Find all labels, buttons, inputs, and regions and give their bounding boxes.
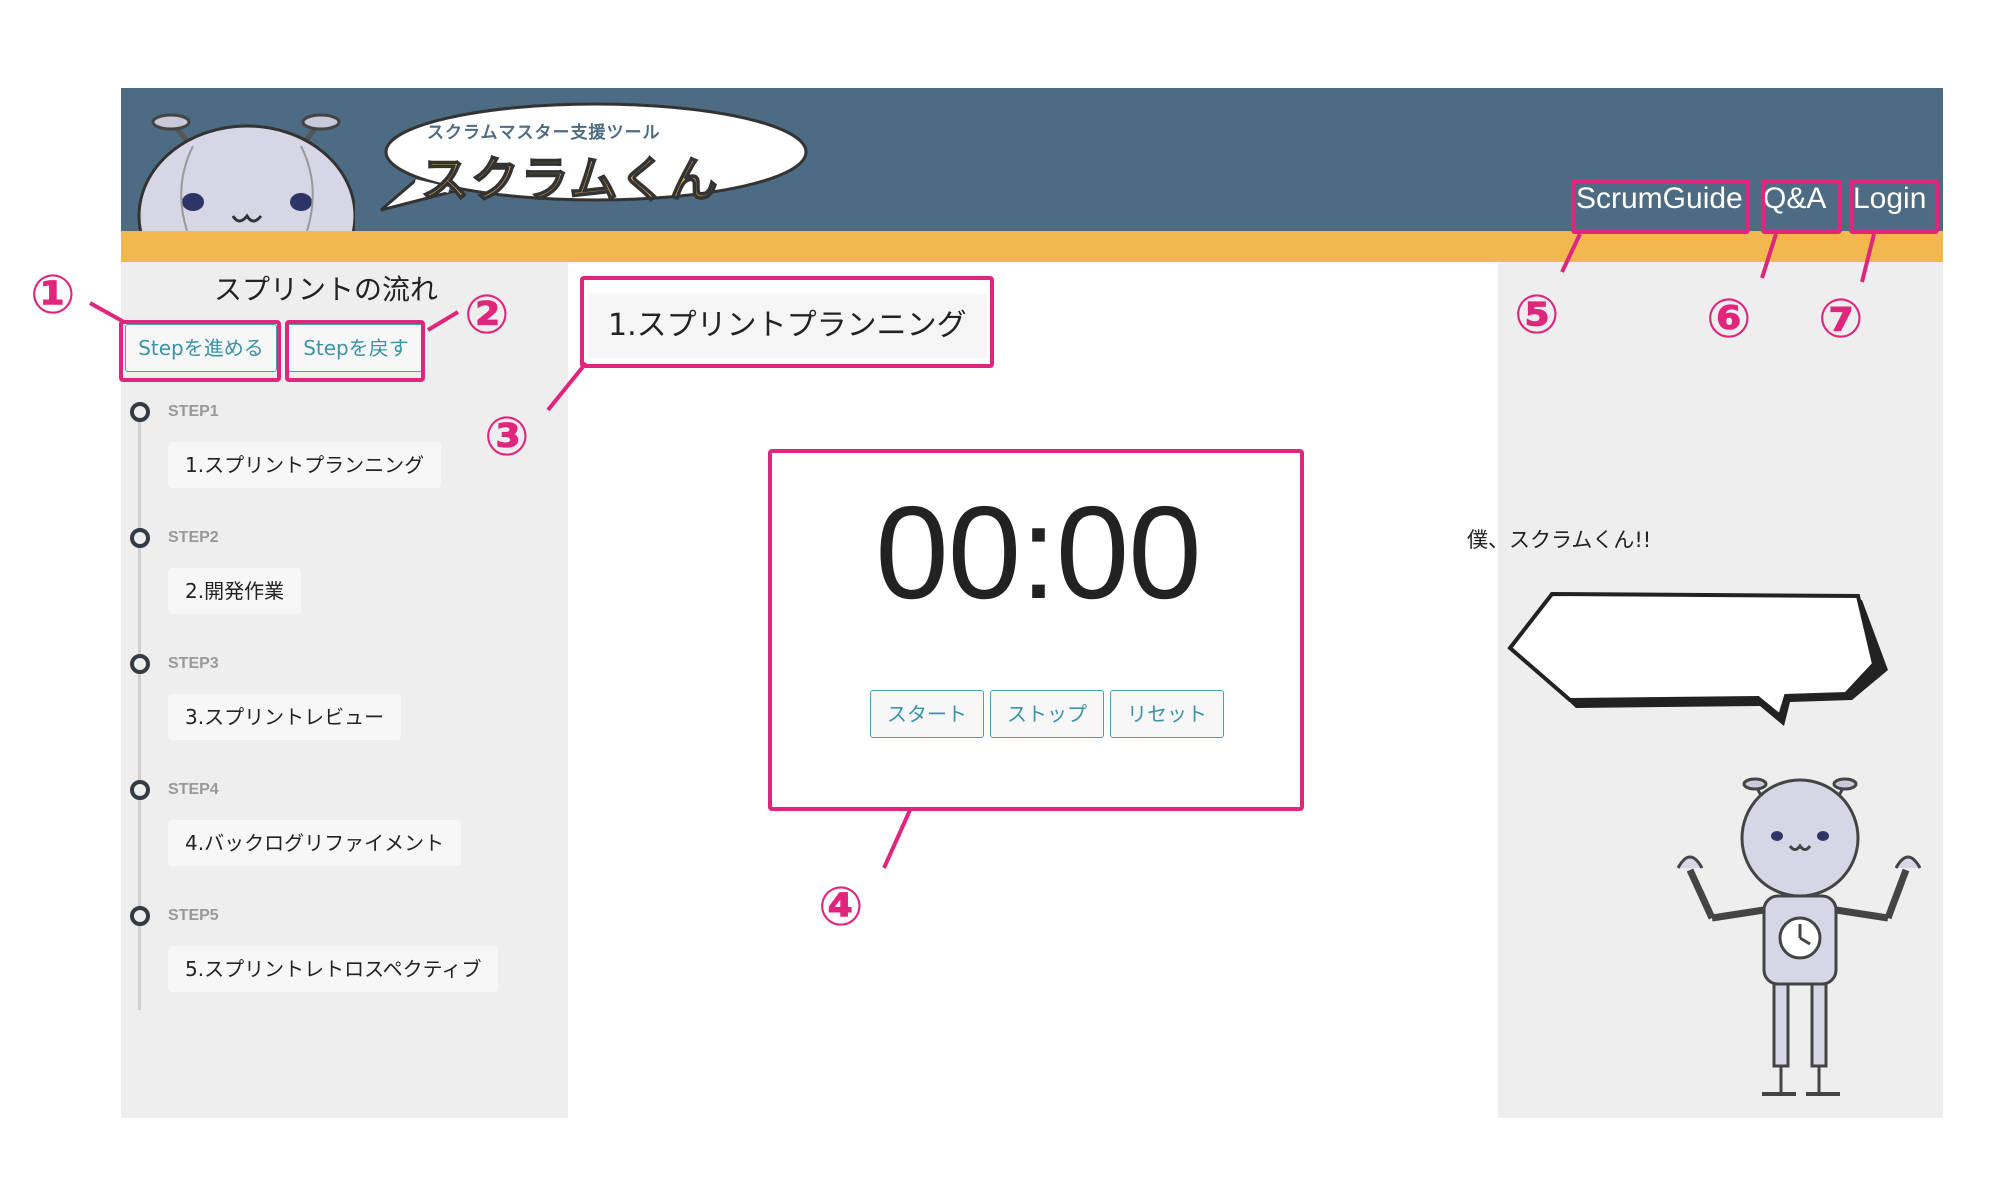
step-label: STEP2 — [168, 529, 219, 546]
logo-title: スクラムくん — [420, 151, 720, 209]
annotation-number-3: ③ — [484, 405, 530, 468]
annotation-number-2: ② — [464, 283, 510, 346]
mascot-speech-text: 僕、スクラムくん!! — [1467, 528, 1652, 552]
step-dot-icon — [130, 906, 150, 926]
step-item-2[interactable]: 2.開発作業 — [168, 568, 302, 614]
step-label: STEP3 — [168, 655, 219, 672]
annotation-number-7: ⑦ — [1818, 287, 1864, 350]
step-item-1[interactable]: 1.スプリントプランニング — [168, 442, 442, 488]
step-item-4[interactable]: 4.バックログリファイメント — [168, 820, 462, 866]
sidebar: スプリントの流れ Stepを進める Stepを戻す STEP1 1.スプリントプ… — [121, 262, 568, 1118]
nav-qa[interactable]: Q&A — [1763, 182, 1826, 216]
step-dot-icon — [130, 780, 150, 800]
current-phase-title: 1.スプリントプランニング — [588, 294, 987, 358]
annotation-number-5: ⑤ — [1514, 283, 1560, 346]
step-label: STEP1 — [168, 403, 219, 420]
step-label: STEP4 — [168, 781, 219, 798]
step-dot-icon — [130, 528, 150, 548]
step-next-button[interactable]: Stepを進める — [125, 324, 277, 372]
app-window: スクラムマスター支援ツール スクラムくん ScrumGuide Q&A Logi… — [121, 88, 1943, 1118]
step-dot-icon — [130, 654, 150, 674]
annotation-number-1: ① — [30, 263, 76, 326]
step-item-5[interactable]: 5.スプリントレトロスペクティブ — [168, 946, 499, 992]
header: スクラムマスター支援ツール スクラムくん ScrumGuide Q&A Logi… — [121, 88, 1943, 231]
main-panel: 1.スプリントプランニング 00:00 スタート ストップ リセット — [568, 262, 1498, 1118]
timer-display: 00:00 — [875, 479, 1201, 626]
step-label: STEP5 — [168, 907, 219, 924]
sidebar-title: スプリントの流れ — [214, 273, 439, 306]
step-prev-button[interactable]: Stepを戻す — [287, 324, 425, 372]
nav-scrum-guide[interactable]: ScrumGuide — [1576, 182, 1743, 216]
step-item-3[interactable]: 3.スプリントレビュー — [168, 694, 402, 740]
timer-panel: 00:00 スタート ストップ リセット — [783, 447, 1293, 767]
timer-start-button[interactable]: スタート — [870, 690, 984, 738]
timer-stop-button[interactable]: ストップ — [990, 690, 1104, 738]
mascot-head-icon — [137, 113, 355, 231]
step-dot-icon — [130, 402, 150, 422]
annotation-number-4: ④ — [818, 875, 864, 938]
annotation-number-6: ⑥ — [1706, 287, 1752, 350]
timer-reset-button[interactable]: リセット — [1110, 690, 1224, 738]
accent-bar — [121, 231, 1943, 262]
mascot-panel — [1498, 262, 1943, 1118]
nav-login[interactable]: Login — [1853, 182, 1926, 216]
